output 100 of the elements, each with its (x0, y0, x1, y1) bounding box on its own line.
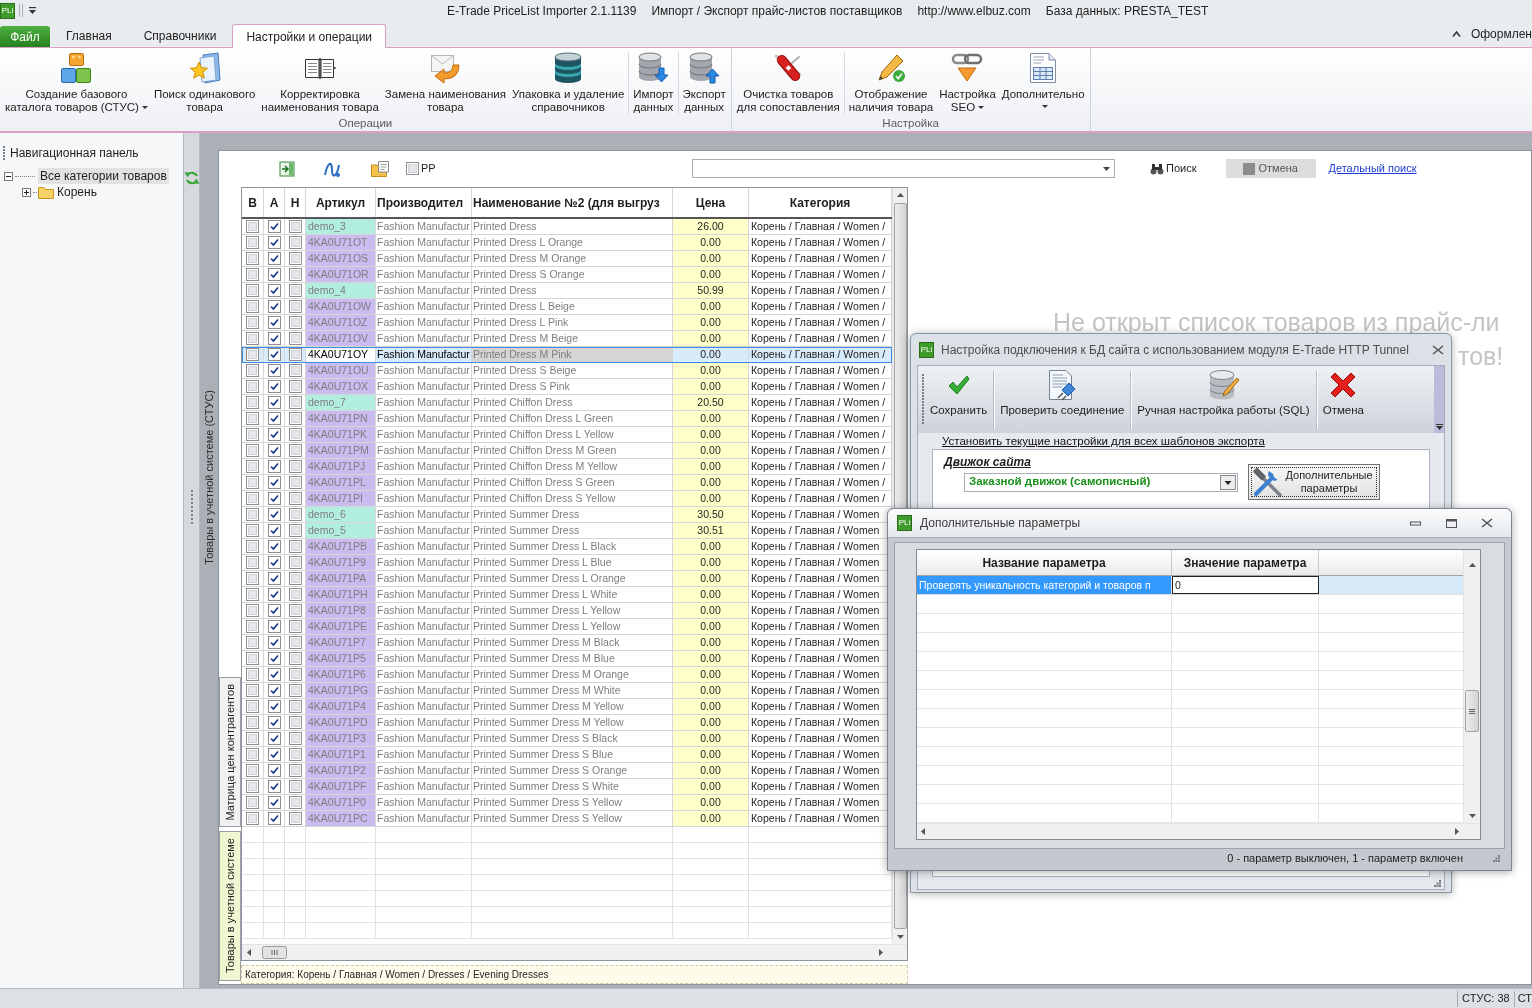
checkbox[interactable] (246, 652, 259, 665)
checkbox[interactable] (288, 540, 302, 553)
checkbox[interactable] (246, 492, 259, 505)
checkbox[interactable] (288, 380, 302, 393)
ribbon-button[interactable]: Дополнительно (998, 50, 1088, 108)
checkbox[interactable] (246, 796, 259, 809)
checkbox[interactable] (267, 348, 281, 361)
ribbon-button[interactable]: Экспорт данных (679, 50, 729, 114)
checkbox[interactable] (246, 540, 259, 553)
chevron-up-icon[interactable] (1451, 30, 1461, 38)
checkbox[interactable] (288, 556, 302, 569)
table-row[interactable]: 4KA0U71OY Fashion Manufactur Printed Dress M Pink 0.00 Корень / Главная / Women / (242, 347, 892, 363)
checkbox[interactable] (288, 604, 302, 617)
minimize-icon[interactable] (1410, 520, 1421, 526)
checkbox[interactable] (246, 508, 259, 521)
checkbox[interactable] (288, 700, 302, 713)
checkbox[interactable] (267, 524, 281, 537)
checkbox[interactable] (267, 476, 281, 489)
checkbox[interactable] (288, 748, 302, 761)
ribbon-button[interactable]: Отображение наличия товара (845, 50, 937, 114)
checkbox[interactable] (246, 476, 259, 489)
checkbox[interactable] (267, 588, 281, 601)
expand-icon[interactable] (22, 187, 31, 197)
scroll-up-arrow-icon[interactable] (896, 193, 904, 197)
checkbox[interactable] (246, 812, 259, 825)
table-row[interactable]: 4KA0U71P1 Fashion Manufactur Printed Summer Dress S Blue 0.00 Корень / Главная / Women (242, 747, 892, 763)
checkbox[interactable] (246, 716, 259, 729)
checkbox[interactable] (288, 716, 302, 729)
checkbox[interactable] (267, 668, 281, 681)
checkbox[interactable] (267, 460, 281, 473)
horizontal-scrollbar[interactable] (917, 823, 1480, 839)
checkbox[interactable] (288, 588, 302, 601)
theme-menu[interactable]: Оформлен (1470, 25, 1532, 43)
table-cell[interactable]: 0 (1172, 576, 1319, 594)
checkbox[interactable] (267, 332, 281, 345)
checkbox[interactable] (246, 300, 259, 313)
checkbox[interactable] (288, 812, 302, 825)
apply-all-link[interactable]: Установить текущие настройки для всех шаблонов экспорта (942, 433, 1265, 451)
checkbox[interactable] (267, 444, 281, 457)
scroll-down-arrow-icon[interactable] (1468, 814, 1476, 818)
checkbox[interactable] (288, 220, 302, 233)
checkbox[interactable] (288, 284, 302, 297)
checkbox[interactable] (246, 620, 259, 633)
toolbar-button[interactable]: Проверить соединение (994, 366, 1131, 433)
checkbox[interactable] (288, 492, 302, 505)
checkbox[interactable] (288, 524, 302, 537)
checkbox[interactable] (288, 396, 302, 409)
checkbox[interactable] (246, 700, 259, 713)
checkbox[interactable] (267, 620, 281, 633)
dropdown-button-icon[interactable] (1220, 474, 1236, 490)
checkbox[interactable] (288, 364, 302, 377)
table-row[interactable]: 4KA0U71OT Fashion Manufactur Printed Dress L Orange 0.00 Корень / Главная / Women / (242, 235, 892, 251)
checkbox[interactable] (246, 684, 259, 697)
checkbox[interactable] (288, 636, 302, 649)
cancel-button[interactable]: Отмена (1226, 159, 1317, 178)
checkbox[interactable] (267, 428, 281, 441)
table-row[interactable]: 4KA0U71P5 Fashion Manufactur Printed Summer Dress M Blue 0.00 Корень / Главная / Women (242, 651, 892, 667)
checkbox[interactable] (288, 460, 302, 473)
table-row[interactable]: 4KA0U71OU Fashion Manufactur Printed Dress S Beige 0.00 Корень / Главная / Women / (242, 363, 892, 379)
checkbox[interactable] (267, 364, 281, 377)
checkbox[interactable] (288, 444, 302, 457)
ribbon-button[interactable]: Настройка SEO (936, 50, 999, 114)
table-row[interactable]: 4KA0U71P4 Fashion Manufactur Printed Summer Dress M Yellow 0.00 Корень / Главная / Women (242, 699, 892, 715)
close-icon[interactable] (1481, 518, 1493, 528)
folder-document-icon[interactable] (371, 160, 389, 177)
ribbon-button[interactable]: Поиск одинакового товара (150, 50, 259, 114)
checkbox[interactable] (246, 572, 259, 585)
toolbar-button[interactable]: Сохранить (924, 366, 994, 433)
table-row[interactable]: demo_7 Fashion Manufactur Printed Chiffon Dress 20.50 Корень / Главная / Women / (242, 395, 892, 411)
table-row[interactable]: 4KA0U71P9 Fashion Manufactur Printed Summer Dress L Blue 0.00 Корень / Главная / Women (242, 555, 892, 571)
checkbox[interactable] (288, 764, 302, 777)
refresh-icon[interactable] (183, 170, 200, 186)
checkbox[interactable] (246, 284, 259, 297)
collapse-icon[interactable] (4, 171, 13, 181)
overflow-arrow-icon[interactable] (1435, 424, 1443, 430)
view-tab[interactable]: Товары в учетной системе (219, 831, 241, 981)
table-row[interactable]: 4KA0U71PM Fashion Manufactur Printed Chiffon Dress M Green 0.00 Корень / Главная / Women / (242, 443, 892, 459)
tree-item[interactable]: Корень (55, 184, 99, 200)
checkbox[interactable] (288, 300, 302, 313)
checkbox[interactable] (267, 716, 281, 729)
table-row[interactable]: 4KA0U71P0 Fashion Manufactur Printed Summer Dress S Yellow 0.00 Корень / Главная / Women (242, 795, 892, 811)
checkbox[interactable] (288, 316, 302, 329)
checkbox[interactable] (267, 636, 281, 649)
checkbox[interactable] (288, 796, 302, 809)
table-row[interactable]: 4KA0U71PG Fashion Manufactur Printed Summer Dress M White 0.00 Корень / Главная / Women (242, 683, 892, 699)
ribbon-button[interactable]: Замена наименования товара (381, 50, 509, 114)
checkbox[interactable] (267, 284, 281, 297)
horizontal-scrollbar[interactable] (242, 944, 907, 960)
table-row[interactable]: 4KA0U71P7 Fashion Manufactur Printed Summer Dress M Black 0.00 Корень / Главная / Women (242, 635, 892, 651)
checkbox[interactable] (288, 668, 302, 681)
checkbox[interactable] (246, 444, 259, 457)
close-icon[interactable] (1432, 344, 1444, 355)
checkbox[interactable] (267, 220, 281, 233)
toolbar-button[interactable]: Отмена (1316, 366, 1370, 433)
customize-caret-icon[interactable] (29, 7, 36, 14)
checkbox[interactable] (267, 604, 281, 617)
side-panel-tab[interactable]: Товары в учетной системе (СТУС) (200, 390, 218, 565)
toolbar-button[interactable]: Ручная настройка работы (SQL) (1131, 366, 1316, 433)
checkbox[interactable] (267, 412, 281, 425)
table-row[interactable]: 4KA0U71PI Fashion Manufactur Printed Chiffon Dress S Yellow 0.00 Корень / Главная / Women / (242, 491, 892, 507)
